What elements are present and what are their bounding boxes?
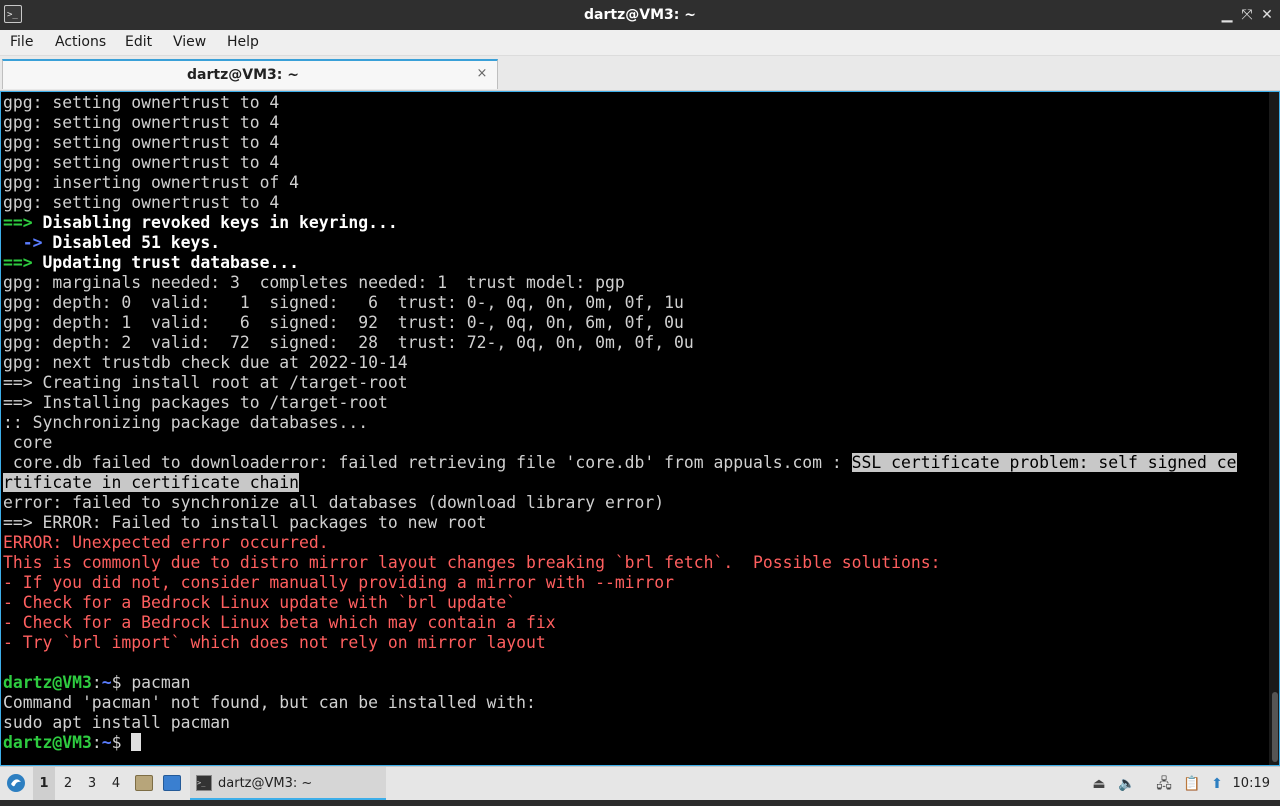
arrow-marker: ==>	[3, 253, 33, 272]
terminal-line: ==> Creating install root at /target-roo…	[3, 373, 408, 392]
close-icon[interactable]: ✕	[1258, 6, 1276, 24]
terminal-line: Command 'pacman' not found, but can be i…	[3, 693, 536, 712]
terminal-line: dartz@VM3:~$ pacman	[3, 673, 1237, 693]
prompt-sign: $	[111, 733, 132, 752]
updates-icon[interactable]: ⬆	[1208, 775, 1226, 793]
terminal-line: gpg: depth: 1 valid: 6 signed: 92 trust:…	[3, 313, 684, 332]
scrollbar-thumb[interactable]	[1272, 692, 1278, 762]
terminal-line: :: Synchronizing package databases...	[3, 413, 369, 432]
terminal-line: gpg: setting ownertrust to 4	[3, 93, 280, 112]
prompt-separator: :	[91, 733, 102, 752]
prompt-user: dartz@VM3	[3, 673, 92, 692]
terminal-line: -> Disabled 51 keys.	[3, 233, 1237, 253]
terminal-line: gpg: setting ownertrust to 4	[3, 113, 280, 132]
menu-actions[interactable]: Actions	[55, 30, 106, 55]
terminal-view[interactable]: gpg: setting ownertrust to 4 gpg: setting…	[0, 91, 1280, 766]
terminal-line: gpg: setting ownertrust to 4	[3, 133, 280, 152]
taskbar-task-terminal[interactable]: >_ dartz@VM3: ~	[190, 767, 386, 800]
terminal-line: ==> Updating trust database...	[3, 253, 1237, 273]
tab-bar: dartz@VM3: ~ ×	[0, 56, 1280, 91]
terminal-line: ==> ERROR: Failed to install packages to…	[3, 513, 487, 532]
desktop-1[interactable]: 1	[33, 767, 55, 800]
terminal-output: gpg: setting ownertrust to 4 gpg: setting…	[3, 93, 1237, 753]
prompt-sign: $	[111, 673, 132, 692]
selected-text: SSL certificate problem: self signed ce	[851, 453, 1237, 472]
command-text: pacman	[131, 673, 191, 692]
error-text: - Check for a Bedrock Linux beta which m…	[3, 613, 556, 632]
menu-bar: File Actions Edit View Help	[0, 30, 1280, 56]
prompt-user: dartz@VM3	[3, 733, 92, 752]
prompt-path: ~	[101, 733, 112, 752]
error-text: This is commonly due to distro mirror la…	[3, 553, 941, 572]
terminal-line: ==> Installing packages to /target-root	[3, 393, 388, 412]
sub-arrow-marker: ->	[3, 233, 43, 252]
terminal-icon: >_	[196, 775, 212, 791]
terminal-line: - Check for a Bedrock Linux update with …	[3, 593, 1237, 613]
menu-file[interactable]: File	[10, 30, 33, 55]
terminal-line: rtificate in certificate chain	[3, 473, 1237, 493]
selected-text: rtificate in certificate chain	[3, 473, 300, 492]
terminal-line: core	[3, 433, 53, 452]
terminal-line: gpg: depth: 0 valid: 1 signed: 6 trust: …	[3, 293, 684, 312]
network-icon[interactable]: 🖧	[1155, 775, 1173, 793]
task-label: dartz@VM3: ~	[218, 776, 313, 791]
text-cursor	[131, 733, 142, 751]
terminal-line: ==> Disabling revoked keys in keyring...	[3, 213, 1237, 233]
status-text: Disabled 51 keys.	[42, 233, 221, 252]
status-text: Updating trust database...	[32, 253, 300, 272]
terminal-line: - Try `brl import` which does not rely o…	[3, 633, 1237, 653]
terminal-line: This is commonly due to distro mirror la…	[3, 553, 1237, 573]
file-manager-icon[interactable]	[135, 775, 153, 791]
terminal-line: gpg: setting ownertrust to 4	[3, 153, 280, 172]
minimize-icon[interactable]: ▁	[1218, 6, 1236, 24]
terminal-line: gpg: marginals needed: 3 completes neede…	[3, 273, 625, 292]
desktop-3[interactable]: 3	[81, 767, 103, 800]
tab-close-icon[interactable]: ×	[475, 67, 489, 81]
volume-icon[interactable]: 🔈	[1118, 775, 1136, 793]
error-text: - If you did not, consider manually prov…	[3, 573, 675, 592]
terminal-line: - Check for a Bedrock Linux beta which m…	[3, 613, 1237, 633]
menu-edit[interactable]: Edit	[125, 30, 152, 55]
menu-help[interactable]: Help	[227, 30, 259, 55]
error-text: - Try `brl import` which does not rely o…	[3, 633, 546, 652]
terminal-line: core.db failed to downloaderror: failed …	[3, 453, 1237, 473]
show-desktop-icon[interactable]	[163, 775, 181, 791]
output-text: core.db failed to downloaderror: failed …	[3, 453, 852, 472]
terminal-line: - If you did not, consider manually prov…	[3, 573, 1237, 593]
clipboard-icon[interactable]: 📋	[1183, 775, 1201, 793]
maximize-icon[interactable]: ⤧	[1238, 6, 1256, 24]
desktop-2[interactable]: 2	[57, 767, 79, 800]
menu-view[interactable]: View	[173, 30, 206, 55]
tab-label: dartz@VM3: ~	[187, 67, 299, 83]
prompt-separator: :	[91, 673, 102, 692]
terminal-line: dartz@VM3:~$	[3, 733, 1237, 753]
tab-terminal[interactable]: dartz@VM3: ~ ×	[2, 59, 498, 89]
terminal-line: gpg: next trustdb check due at 2022-10-1…	[3, 353, 408, 372]
prompt-path: ~	[101, 673, 112, 692]
window-title: dartz@VM3: ~	[584, 7, 696, 23]
arrow-marker: ==>	[3, 213, 33, 232]
terminal-line: gpg: setting ownertrust to 4	[3, 193, 280, 212]
terminal-line: gpg: inserting ownertrust of 4	[3, 173, 300, 192]
terminal-line: ERROR: Unexpected error occurred.	[3, 533, 1237, 553]
taskbar: 1 2 3 4 >_ dartz@VM3: ~ ⏏ 🔈 🖧 📋 ⬆ 10:19	[0, 766, 1280, 800]
error-text: ERROR: Unexpected error occurred.	[3, 533, 329, 552]
bedrock-menu-icon[interactable]	[4, 767, 28, 800]
terminal-line: gpg: depth: 2 valid: 72 signed: 28 trust…	[3, 333, 694, 352]
terminal-line: error: failed to synchronize all databas…	[3, 493, 665, 512]
eject-icon[interactable]: ⏏	[1090, 775, 1108, 793]
clock: 10:19	[1232, 776, 1270, 791]
terminal-line: sudo apt install pacman	[3, 713, 230, 732]
desktop-4[interactable]: 4	[105, 767, 127, 800]
title-bar: >_ dartz@VM3: ~ ▁ ⤧ ✕	[0, 0, 1280, 30]
status-text: Disabling revoked keys in keyring...	[32, 213, 398, 232]
terminal-scrollbar[interactable]	[1269, 92, 1279, 765]
error-text: - Check for a Bedrock Linux update with …	[3, 593, 517, 612]
